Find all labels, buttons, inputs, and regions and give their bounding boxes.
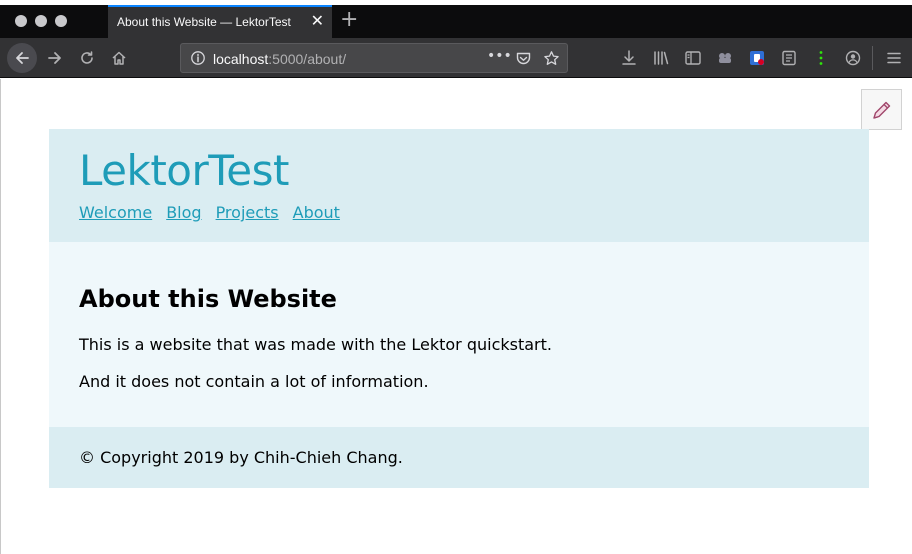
tab-title: About this Website — LektorTest (117, 15, 291, 29)
container-icon[interactable] (716, 49, 734, 67)
reload-button[interactable] (72, 43, 102, 73)
sidebar-icon[interactable] (684, 49, 702, 67)
page-heading: About this Website (79, 285, 337, 313)
pocket-icon[interactable] (515, 50, 532, 67)
url-host: localhost (213, 51, 269, 67)
forward-button[interactable] (40, 43, 70, 73)
back-icon (16, 52, 29, 64)
account-icon[interactable] (844, 49, 862, 67)
close-tab-icon[interactable]: ✕ (311, 11, 324, 31)
page-viewport: LektorTest Welcome Blog Projects About A… (0, 79, 912, 554)
bookmark-star-icon[interactable] (543, 50, 560, 67)
paragraph: And it does not contain a lot of informa… (79, 372, 429, 391)
pencil-icon (872, 101, 890, 119)
new-tab-button[interactable]: + (340, 7, 358, 32)
paragraph: This is a website that was made with the… (79, 335, 552, 354)
zoom-window-button[interactable] (55, 15, 67, 27)
download-icon[interactable] (620, 49, 638, 67)
site-header: LektorTest Welcome Blog Projects About (49, 129, 869, 242)
dots-extension-icon[interactable] (812, 49, 830, 67)
reload-icon (81, 51, 93, 64)
nav-link-projects[interactable]: Projects (216, 203, 279, 222)
page-body: About this Website This is a website tha… (49, 242, 869, 427)
address-bar[interactable]: localhost:5000/about/ ••• (180, 43, 568, 73)
url-text[interactable]: localhost:5000/about/ (213, 51, 346, 67)
lektor-edit-button[interactable] (861, 89, 902, 130)
tab-bar: About this Website — LektorTest ✕ + (0, 5, 912, 38)
extension-icon[interactable] (748, 49, 766, 67)
library-icon[interactable] (652, 49, 670, 67)
nav-link-welcome[interactable]: Welcome (79, 203, 152, 222)
tab-active[interactable]: About this Website — LektorTest ✕ (108, 5, 332, 38)
toolbar-divider (872, 46, 873, 70)
navigation-toolbar: localhost:5000/about/ ••• (0, 38, 912, 78)
notes-icon[interactable] (780, 49, 798, 67)
site-footer: © Copyright 2019 by Chih-Chieh Chang. (49, 427, 869, 488)
close-window-button[interactable] (15, 15, 27, 27)
site-title[interactable]: LektorTest (79, 150, 289, 192)
copyright-text: © Copyright 2019 by Chih-Chieh Chang. (79, 448, 403, 467)
nav-link-blog[interactable]: Blog (166, 203, 201, 222)
info-icon[interactable] (190, 50, 206, 66)
home-button[interactable] (104, 43, 134, 73)
back-button[interactable] (7, 43, 37, 73)
home-icon (112, 51, 126, 65)
minimize-window-button[interactable] (35, 15, 47, 27)
page-actions-icon[interactable]: ••• (487, 48, 512, 64)
site-nav: Welcome Blog Projects About (79, 203, 340, 222)
url-path: :5000/about/ (268, 51, 347, 67)
menu-icon[interactable] (885, 49, 903, 67)
nav-link-about[interactable]: About (293, 203, 340, 222)
forward-icon (48, 52, 61, 64)
